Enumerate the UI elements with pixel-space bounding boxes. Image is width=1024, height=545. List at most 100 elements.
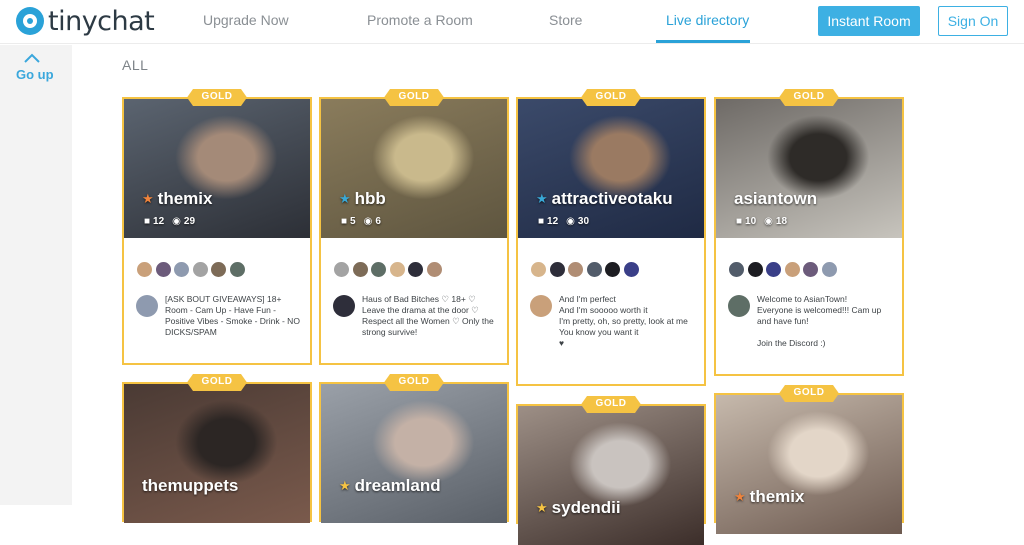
room-description-row: Welcome to AsianTown! Everyone is welcom… [728, 294, 896, 349]
room-thumbnail[interactable] [716, 395, 902, 534]
star-icon: ★ [734, 489, 746, 504]
avatar[interactable] [351, 261, 369, 278]
room-name[interactable]: ★ hbb [339, 189, 386, 209]
gold-badge: GOLD [384, 374, 444, 391]
avatar[interactable] [622, 261, 640, 278]
instant-room-button[interactable]: Instant Room [818, 6, 920, 36]
avatar[interactable] [173, 261, 190, 278]
avatar[interactable] [728, 261, 745, 278]
room-card[interactable]: GOLD ★ dreamland [319, 374, 509, 523]
host-avatar[interactable] [728, 295, 750, 317]
gold-badge: GOLD [779, 89, 839, 106]
room-name[interactable]: ★ themix [142, 189, 212, 209]
viewer-count: 29 [183, 216, 196, 227]
room-thumbnail[interactable] [518, 406, 704, 545]
room-card[interactable]: GOLD asiantown ■ 10 ◉ 18 Welcome to AsianTown!… [714, 89, 904, 376]
room-card[interactable]: GOLD ★ themix ■ 12 ◉ 29 [ASK BOUT GIVEAWAYS] 18… [122, 89, 312, 365]
avatar[interactable] [530, 261, 547, 278]
room-name[interactable]: ★ sydendii [536, 498, 621, 518]
room-card[interactable]: GOLD ★ themix [714, 385, 904, 534]
user-avatars [136, 261, 247, 278]
room-name-text: attractiveotaku [551, 189, 673, 208]
room-name-text: sydendii [551, 498, 621, 517]
go-up-link[interactable]: Go up [16, 67, 54, 82]
room-name-text: hbb [354, 189, 386, 208]
avatar[interactable] [154, 261, 172, 278]
cam-count: 12 [153, 216, 165, 227]
gold-badge-label: GOLD [793, 91, 825, 102]
avatar[interactable] [228, 261, 246, 278]
eye-icon: ◉ [363, 216, 373, 227]
room-stats: ■ 5 ◉ 6 [341, 216, 381, 227]
avatar[interactable] [765, 261, 782, 278]
camera-icon: ■ [736, 216, 743, 227]
logo-icon [16, 7, 44, 35]
chevron-up-icon[interactable] [23, 53, 41, 63]
user-avatars [530, 261, 641, 278]
camera-icon: ■ [341, 216, 348, 227]
gold-badge-label: GOLD [398, 376, 430, 387]
room-description: [ASK BOUT GIVEAWAYS] 18+ Room - Cam Up -… [165, 294, 300, 337]
avatar[interactable] [585, 261, 603, 278]
room-name[interactable]: asiantown [734, 189, 817, 209]
nav-store[interactable]: Store [549, 12, 582, 28]
nav-promote-a-room[interactable]: Promote a Room [367, 12, 473, 28]
avatar[interactable] [425, 261, 443, 278]
room-card[interactable]: GOLD themuppets [122, 374, 312, 523]
star-icon: ★ [142, 191, 154, 206]
gold-badge: GOLD [187, 374, 247, 391]
cam-count: 5 [350, 216, 356, 227]
room-name-text: asiantown [734, 189, 818, 208]
avatar[interactable] [370, 261, 387, 278]
room-card[interactable]: GOLD ★ sydendii [516, 396, 706, 545]
host-avatar[interactable] [333, 295, 355, 317]
avatar[interactable] [820, 261, 838, 278]
cam-count: 12 [547, 216, 559, 227]
gold-badge-label: GOLD [793, 387, 825, 398]
avatar[interactable] [604, 261, 621, 278]
room-description: Welcome to AsianTown! Everyone is welcom… [757, 294, 882, 348]
gold-badge: GOLD [187, 89, 247, 106]
logo-text: tinychat [48, 5, 155, 37]
sidebar: Go up [0, 45, 72, 505]
avatar[interactable] [567, 261, 584, 278]
avatar[interactable] [746, 261, 764, 278]
avatar[interactable] [191, 261, 209, 278]
avatar[interactable] [548, 261, 566, 278]
sign-on-button[interactable]: Sign On [938, 6, 1008, 36]
room-card[interactable]: GOLD ★ hbb ■ 5 ◉ 6 Haus of Bad Bitches ♡ 18+ ♡ … [319, 89, 509, 365]
room-description: Haus of Bad Bitches ♡ 18+ ♡ Leave the dr… [362, 294, 494, 337]
avatar[interactable] [136, 261, 153, 278]
gold-badge-label: GOLD [201, 91, 233, 102]
room-description-row: [ASK BOUT GIVEAWAYS] 18+ Room - Cam Up -… [136, 294, 304, 338]
nav-live-directory[interactable]: Live directory [666, 12, 749, 28]
viewer-count: 30 [577, 216, 590, 227]
avatar[interactable] [210, 261, 227, 278]
cam-count: 10 [745, 216, 757, 227]
gold-badge: GOLD [384, 89, 444, 106]
avatar[interactable] [407, 261, 424, 278]
host-avatar[interactable] [136, 295, 158, 317]
avatar[interactable] [802, 261, 819, 278]
room-description: And I'm perfect And I'm sooooo worth it … [559, 294, 688, 348]
room-thumbnail[interactable] [321, 384, 507, 523]
viewer-count: 6 [375, 216, 381, 227]
gold-badge: GOLD [581, 89, 641, 106]
eye-icon: ◉ [566, 216, 575, 227]
room-name[interactable]: ★ attractiveotaku [536, 189, 673, 209]
room-thumbnail[interactable] [124, 384, 310, 523]
room-name-text: dreamland [354, 476, 441, 495]
avatar[interactable] [333, 261, 350, 278]
eye-icon: ◉ [172, 216, 181, 227]
host-avatar[interactable] [530, 295, 552, 317]
star-icon: ★ [536, 191, 548, 206]
avatar[interactable] [388, 261, 406, 278]
nav-upgrade-now[interactable]: Upgrade Now [203, 12, 289, 28]
tinychat-logo[interactable]: tinychat [16, 5, 155, 37]
room-name[interactable]: ★ themix [734, 487, 804, 507]
room-name[interactable]: ★ dreamland [339, 476, 441, 496]
avatar[interactable] [783, 261, 801, 278]
room-card[interactable]: GOLD ★ attractiveotaku ■ 12 ◉ 30 And I'm perfec… [516, 89, 706, 386]
active-nav-underline [656, 40, 750, 43]
room-name[interactable]: themuppets [142, 476, 238, 496]
